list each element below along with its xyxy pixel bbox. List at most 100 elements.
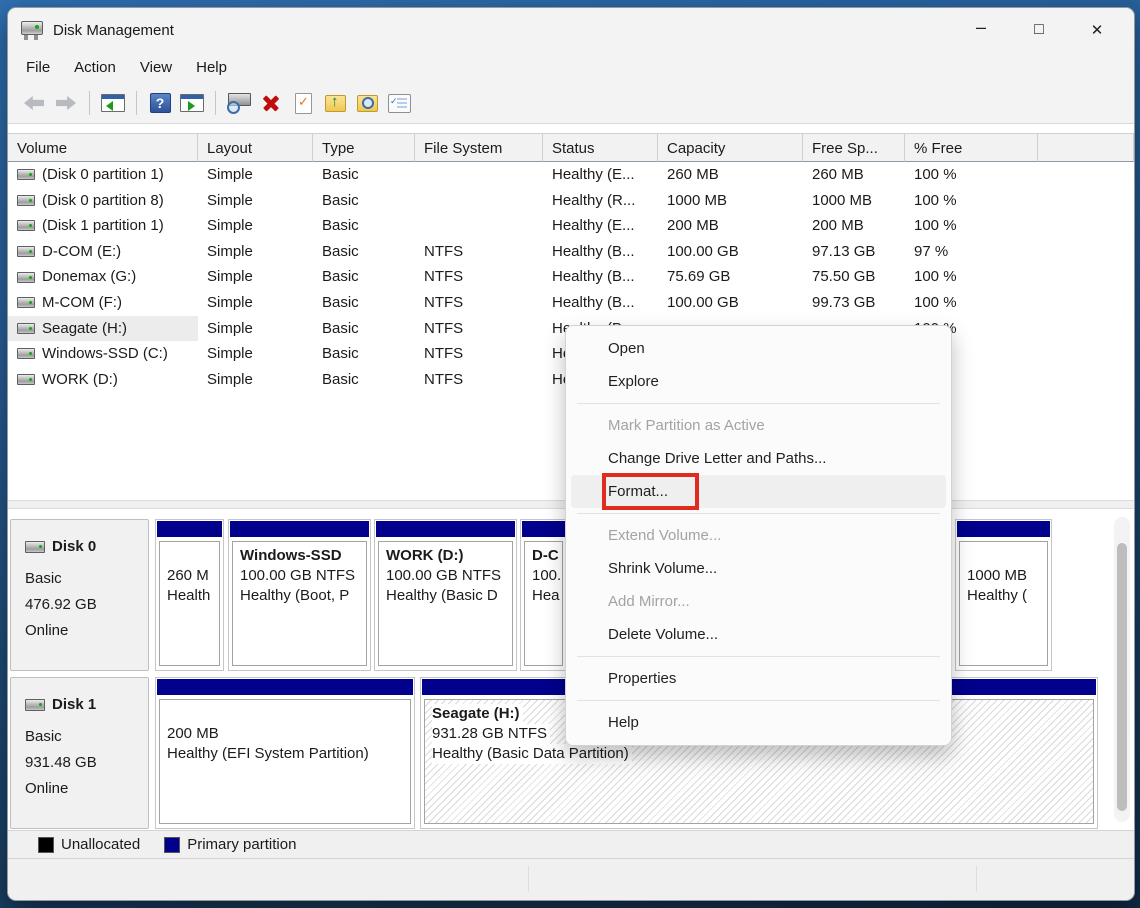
checklist-icon[interactable] [383, 88, 415, 118]
volume-context-menu: OpenExploreMark Partition as ActiveChang… [565, 325, 952, 746]
partition-name [167, 704, 403, 724]
delete-volume-icon[interactable] [255, 88, 287, 118]
menu-separator [577, 700, 940, 701]
disk-drive-icon [21, 21, 43, 35]
partition-status: Healthy (Basic D [386, 586, 505, 606]
table-row[interactable]: M-COM (F:)SimpleBasicNTFSHealthy (B...10… [8, 290, 1134, 316]
volume-name: M-COM (F:) [42, 290, 122, 316]
toolbar-separator [215, 91, 216, 115]
forward-icon[interactable] [50, 88, 82, 118]
table-cell: NTFS [415, 239, 543, 265]
close-button[interactable] [1068, 8, 1126, 52]
volume-cell: (Disk 1 partition 1) [8, 213, 198, 239]
context-menu-item-open[interactable]: Open [571, 332, 946, 365]
column-header-capacity[interactable]: Capacity [658, 133, 803, 162]
menu-separator [577, 656, 940, 657]
status-bar-divider [976, 866, 977, 892]
volume-drive-icon [17, 195, 35, 206]
table-row[interactable]: (Disk 0 partition 1)SimpleBasicHealthy (… [8, 162, 1134, 188]
disk-icon [25, 541, 45, 553]
desktop: Disk Management FileActionViewHelp Volum… [0, 0, 1140, 908]
table-cell [415, 162, 543, 188]
menu-action[interactable]: Action [62, 55, 128, 80]
menu-view[interactable]: View [128, 55, 184, 80]
partition-block[interactable]: Windows-SSD100.00 GB NTFSHealthy (Boot, … [228, 519, 371, 671]
table-cell: Basic [313, 188, 415, 214]
table-cell: Healthy (R... [543, 188, 658, 214]
title-bar: Disk Management [8, 8, 1134, 52]
folder-search-icon[interactable] [351, 88, 383, 118]
help-icon[interactable] [144, 88, 176, 118]
column-header-file-system[interactable]: File System [415, 133, 543, 162]
menu-separator [577, 403, 940, 404]
show-console-tree-icon[interactable] [97, 88, 129, 118]
context-menu-item-explore[interactable]: Explore [571, 365, 946, 398]
column-header-volume[interactable]: Volume [8, 133, 198, 162]
scrollbar-thumb[interactable] [1117, 543, 1127, 811]
partition-info: D-C100.Hea [524, 541, 563, 666]
partition-status: Healthy (Basic Data Partition) [432, 744, 1086, 764]
column-header-status[interactable]: Status [543, 133, 658, 162]
context-menu-item-shrink-volume-[interactable]: Shrink Volume... [571, 552, 946, 585]
window-title: Disk Management [53, 22, 174, 39]
partition-size: 1000 MB [967, 566, 1040, 586]
partition-block[interactable]: WORK (D:)100.00 GB NTFSHealthy (Basic D [374, 519, 517, 671]
table-row[interactable]: (Disk 0 partition 8)SimpleBasicHealthy (… [8, 188, 1134, 214]
menu-file[interactable]: File [14, 55, 62, 80]
partition-block[interactable]: 200 MBHealthy (EFI System Partition) [155, 677, 415, 829]
maximize-button[interactable] [1010, 8, 1068, 52]
table-cell: 100.00 GB [658, 239, 803, 265]
partition-name: D-C [532, 546, 555, 566]
volume-cell: (Disk 0 partition 8) [8, 188, 198, 214]
table-cell [1038, 162, 1134, 188]
table-cell: 75.50 GB [803, 264, 905, 290]
disk-status: Online [25, 618, 148, 644]
check-document-icon[interactable] [287, 88, 319, 118]
table-cell: Healthy (B... [543, 239, 658, 265]
menu-help[interactable]: Help [184, 55, 239, 80]
partition-block[interactable]: 1000 MBHealthy ( [955, 519, 1052, 671]
column-header-type[interactable]: Type [313, 133, 415, 162]
partition-size: 100. [532, 566, 555, 586]
table-cell: Healthy (B... [543, 290, 658, 316]
volume-drive-icon [17, 272, 35, 283]
folder-up-icon[interactable] [319, 88, 351, 118]
table-cell: 1000 MB [803, 188, 905, 214]
context-menu-item-help[interactable]: Help [571, 706, 946, 739]
partition-block[interactable]: D-C100.Hea [520, 519, 567, 671]
context-menu-item-format-[interactable]: Format... [571, 475, 946, 508]
partition-block[interactable]: 260 MHealth [155, 519, 224, 671]
disk-label-panel[interactable]: Disk 0Basic476.92 GBOnline [10, 519, 149, 671]
rescan-disks-icon[interactable] [223, 88, 255, 118]
volume-cell: (Disk 0 partition 1) [8, 162, 198, 188]
context-menu-item-properties[interactable]: Properties [571, 662, 946, 695]
volume-cell: Windows-SSD (C:) [8, 341, 198, 367]
primary-partition-bar [157, 679, 413, 695]
partition-status: Healthy (EFI System Partition) [167, 744, 403, 764]
vertical-scrollbar[interactable] [1114, 517, 1130, 822]
partition-info: 260 MHealth [159, 541, 220, 666]
table-cell [1038, 264, 1134, 290]
column-header-free-sp-[interactable]: Free Sp... [803, 133, 905, 162]
table-cell: Basic [313, 367, 415, 393]
show-action-pane-icon[interactable] [176, 88, 208, 118]
disk-label-panel[interactable]: Disk 1Basic931.48 GBOnline [10, 677, 149, 829]
table-cell: Basic [313, 239, 415, 265]
table-row[interactable]: (Disk 1 partition 1)SimpleBasicHealthy (… [8, 213, 1134, 239]
column-header--free[interactable]: % Free [905, 133, 1038, 162]
partition-name-text: D-C [532, 546, 559, 566]
volume-name: (Disk 0 partition 1) [42, 162, 164, 188]
context-menu-item-delete-volume-[interactable]: Delete Volume... [571, 618, 946, 651]
table-row[interactable]: Donemax (G:)SimpleBasicNTFSHealthy (B...… [8, 264, 1134, 290]
column-header-layout[interactable]: Layout [198, 133, 313, 162]
table-cell: Healthy (E... [543, 213, 658, 239]
table-row[interactable]: D-COM (E:)SimpleBasicNTFSHealthy (B...10… [8, 239, 1134, 265]
volume-drive-icon [17, 348, 35, 359]
legend-bar: UnallocatedPrimary partition [8, 830, 1134, 858]
back-icon[interactable] [18, 88, 50, 118]
volume-cell: Donemax (G:) [8, 264, 198, 290]
menu-bar: FileActionViewHelp [8, 52, 1134, 83]
context-menu-item-extend-volume-: Extend Volume... [571, 519, 946, 552]
minimize-button[interactable] [952, 8, 1010, 52]
context-menu-item-change-drive-letter-and-paths-[interactable]: Change Drive Letter and Paths... [571, 442, 946, 475]
